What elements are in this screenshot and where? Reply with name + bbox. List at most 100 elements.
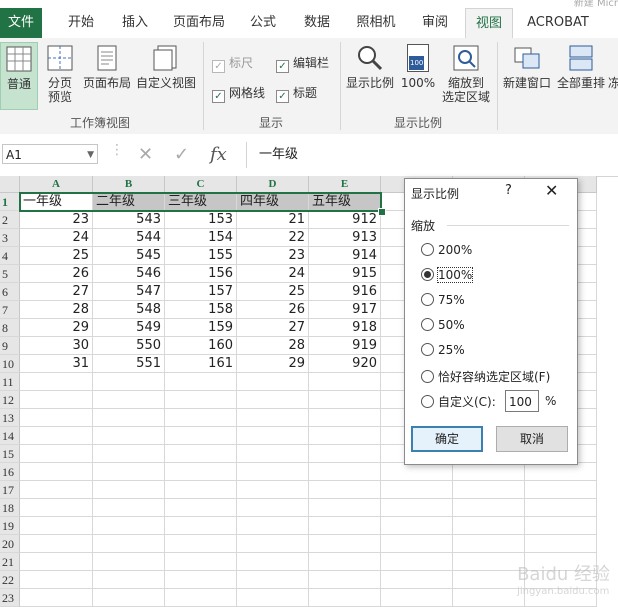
table-cell[interactable] [20,391,93,409]
insert-function-icon[interactable]: fx [210,144,227,165]
table-cell[interactable] [381,517,453,535]
page-break-preview-button[interactable]: 分页 预览 [42,42,78,108]
table-cell[interactable] [381,571,453,589]
table-cell[interactable]: 29 [20,319,93,337]
table-cell[interactable]: 31 [20,355,93,373]
table-cell[interactable]: 23 [237,247,309,265]
new-window-button[interactable]: 新建窗口 [500,42,554,108]
table-cell[interactable] [453,553,525,571]
row-header[interactable]: 7 [0,301,20,319]
enter-icon[interactable]: ✓ [174,144,189,165]
column-header[interactable]: A [20,176,93,193]
table-cell[interactable] [309,391,381,409]
table-cell[interactable] [20,409,93,427]
table-cell[interactable] [453,571,525,589]
table-cell[interactable] [165,499,237,517]
table-cell[interactable] [165,391,237,409]
row-header[interactable]: 23 [0,589,20,607]
table-cell[interactable] [165,427,237,445]
table-cell[interactable]: 157 [165,283,237,301]
table-cell[interactable]: 548 [93,301,165,319]
table-cell[interactable] [165,571,237,589]
table-cell[interactable]: 21 [237,211,309,229]
table-cell[interactable]: 27 [20,283,93,301]
table-cell[interactable]: 550 [93,337,165,355]
table-cell[interactable] [93,517,165,535]
row-header[interactable]: 19 [0,517,20,535]
table-cell[interactable] [20,445,93,463]
name-box[interactable]: A1 ▼ [2,144,98,164]
table-cell[interactable]: 161 [165,355,237,373]
table-cell[interactable]: 28 [20,301,93,319]
table-cell[interactable]: 916 [309,283,381,301]
table-cell[interactable]: 25 [20,247,93,265]
table-cell[interactable] [237,445,309,463]
table-cell[interactable] [309,517,381,535]
table-cell[interactable]: 549 [93,319,165,337]
radio-25[interactable]: 25% [421,343,465,357]
row-header[interactable]: 17 [0,481,20,499]
table-cell[interactable]: 155 [165,247,237,265]
tab-home[interactable]: 开始 [58,8,104,38]
column-header[interactable]: E [309,176,381,193]
table-cell[interactable]: 159 [165,319,237,337]
table-cell[interactable]: 30 [20,337,93,355]
tab-insert[interactable]: 插入 [112,8,158,38]
formula-bar-checkbox[interactable]: ✓ 编辑栏 [276,54,329,73]
table-cell[interactable]: 913 [309,229,381,247]
row-header[interactable]: 4 [0,247,20,265]
table-cell[interactable]: 三年级 [165,193,237,211]
table-cell[interactable]: 546 [93,265,165,283]
normal-view-button[interactable]: 普通 [0,42,38,110]
table-cell[interactable] [453,481,525,499]
page-layout-button[interactable]: 页面布局 [82,42,132,108]
column-header[interactable]: D [237,176,309,193]
radio-200[interactable]: 200% [421,243,472,257]
table-cell[interactable] [20,517,93,535]
table-cell[interactable] [165,445,237,463]
table-cell[interactable] [20,427,93,445]
table-cell[interactable] [525,499,597,517]
ok-button[interactable]: 确定 [411,426,483,452]
row-header[interactable]: 1 [0,193,20,211]
table-cell[interactable]: 156 [165,265,237,283]
table-cell[interactable] [20,463,93,481]
table-cell[interactable] [309,445,381,463]
table-cell[interactable]: 912 [309,211,381,229]
tab-acrobat[interactable]: ACROBAT [522,8,594,38]
table-cell[interactable] [93,481,165,499]
table-cell[interactable] [93,373,165,391]
row-header[interactable]: 6 [0,283,20,301]
close-icon[interactable]: ✕ [545,181,558,200]
help-icon[interactable]: ? [505,183,512,198]
table-cell[interactable] [20,499,93,517]
table-cell[interactable] [525,535,597,553]
freeze-panes-button[interactable]: 冻 [608,42,618,108]
table-cell[interactable] [237,427,309,445]
table-cell[interactable] [309,409,381,427]
table-cell[interactable] [20,373,93,391]
table-cell[interactable]: 26 [237,301,309,319]
table-cell[interactable]: 27 [237,319,309,337]
table-cell[interactable]: 914 [309,247,381,265]
table-cell[interactable] [93,409,165,427]
table-cell[interactable] [453,535,525,553]
table-cell[interactable]: 917 [309,301,381,319]
table-cell[interactable] [237,535,309,553]
row-header[interactable]: 21 [0,553,20,571]
table-cell[interactable]: 544 [93,229,165,247]
table-cell[interactable] [309,589,381,607]
table-cell[interactable] [93,535,165,553]
table-cell[interactable]: 551 [93,355,165,373]
gridlines-checkbox[interactable]: ✓ 网格线 [212,84,265,103]
table-cell[interactable]: 154 [165,229,237,247]
tab-formulas[interactable]: 公式 [240,8,286,38]
table-cell[interactable]: 919 [309,337,381,355]
fill-handle[interactable] [378,208,386,216]
row-header[interactable]: 12 [0,391,20,409]
table-cell[interactable] [309,535,381,553]
tab-review[interactable]: 审阅 [412,8,458,38]
table-cell[interactable] [93,463,165,481]
table-cell[interactable] [453,499,525,517]
table-cell[interactable]: 918 [309,319,381,337]
